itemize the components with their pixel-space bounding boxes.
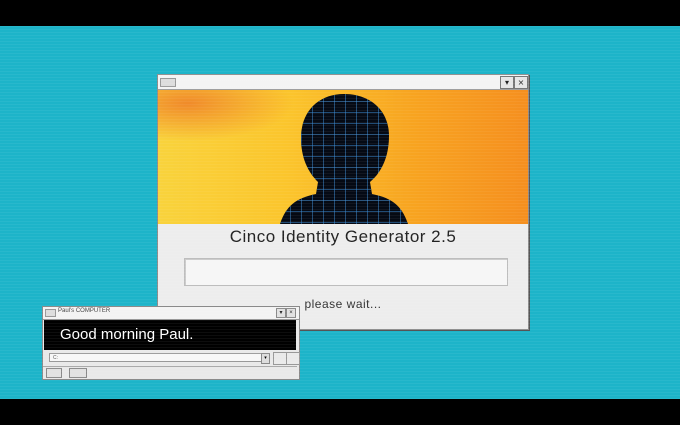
pauls-computer-window: Paul's COMPUTER ▾ × Good morning Paul. C…: [42, 306, 300, 380]
mini-side-button[interactable]: [273, 352, 287, 365]
greeting-display: Good morning Paul.: [44, 320, 296, 350]
command-input[interactable]: C:: [49, 353, 267, 362]
mini-titlebar[interactable]: Paul's COMPUTER ▾ ×: [43, 307, 299, 320]
scroll-down-icon[interactable]: ▾: [500, 76, 514, 89]
mini-taskbar: [43, 366, 297, 378]
mini-window-title: Paul's COMPUTER: [58, 308, 111, 314]
progress-bar: [184, 258, 508, 286]
window-menu-icon[interactable]: [160, 78, 176, 87]
task-button[interactable]: [46, 368, 62, 378]
mini-side-button[interactable]: [286, 352, 300, 365]
window-menu-icon[interactable]: [45, 309, 56, 317]
app-title: Cinco Identity Generator 2.5: [229, 227, 457, 246]
head-grid-silhouette-icon: [280, 94, 408, 224]
close-icon[interactable]: ×: [514, 76, 528, 89]
identity-generator-dialog: ▾ × Cinco Identity Generator 2.5 please …: [157, 74, 529, 330]
dialog-titlebar[interactable]: ▾ ×: [158, 75, 528, 90]
minimize-icon[interactable]: ▾: [276, 308, 286, 318]
desktop: ▾ × Cinco Identity Generator 2.5 please …: [0, 26, 680, 399]
identity-banner-image: [158, 90, 528, 224]
close-icon[interactable]: ×: [286, 308, 296, 318]
task-button[interactable]: [69, 368, 87, 378]
dropdown-arrow-icon[interactable]: ▾: [261, 353, 270, 364]
